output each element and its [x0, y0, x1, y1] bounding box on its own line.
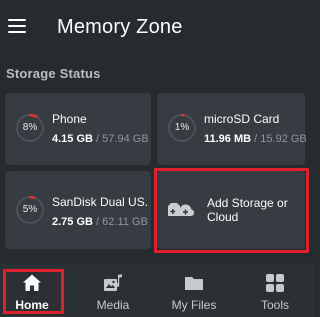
hamburger-menu-icon[interactable] [8, 18, 26, 34]
storage-card-phone[interactable]: 8% Phone 4.15 GB / 57.94 GB [5, 93, 151, 165]
usage-ring: 8% [15, 113, 45, 143]
usage-percent: 8% [22, 122, 38, 133]
usage-percent: 1% [174, 122, 190, 133]
add-storage-cloud-button[interactable]: Add Storage or Cloud [157, 171, 305, 249]
nav-item-home[interactable]: Home [6, 263, 58, 317]
device-name: Phone [52, 112, 87, 126]
usage-separator: / [254, 133, 258, 145]
storage-card-microsd[interactable]: 1% microSD Card 11.96 MB / 15.92 GB [157, 93, 307, 165]
bottom-navigation: Home Media My Files Tools [0, 263, 315, 317]
nav-item-media[interactable]: Media [87, 263, 139, 317]
nav-item-my-files[interactable]: My Files [164, 263, 224, 317]
usage-ring: 5% [15, 195, 45, 225]
usage-ring: 1% [167, 113, 197, 143]
device-name: microSD Card [204, 112, 280, 126]
used-size: 11.96 MB [204, 133, 252, 145]
tools-grid-icon [265, 273, 285, 293]
folder-icon [184, 273, 204, 293]
total-size: 15.92 GB [260, 133, 307, 145]
nav-label-tools: Tools [260, 298, 289, 312]
app-header: Memory Zone [0, 0, 315, 56]
used-size: 4.15 GB [52, 133, 93, 145]
total-size: 57.94 GB [102, 133, 149, 145]
nav-label-my-files: My Files [171, 298, 217, 312]
device-usage: 11.96 MB / 15.92 GB [204, 133, 307, 145]
usage-separator: / [96, 216, 100, 228]
nav-item-tools[interactable]: Tools [250, 263, 300, 317]
usage-percent: 5% [22, 204, 38, 215]
add-storage-label: Add Storage or Cloud [207, 196, 288, 224]
add-storage-cloud-icon [166, 198, 196, 220]
device-usage: 2.75 GB / 62.11 GB [52, 216, 148, 228]
total-size: 62.11 GB [102, 216, 148, 228]
nav-label-home: Home [15, 298, 49, 312]
device-name: SanDisk Dual US... [52, 195, 147, 209]
home-icon [22, 273, 42, 293]
usage-separator: / [96, 133, 100, 145]
device-usage: 4.15 GB / 57.94 GB [52, 133, 149, 145]
used-size: 2.75 GB [52, 216, 93, 228]
storage-card-sandisk[interactable]: 5% SanDisk Dual US... 2.75 GB / 62.11 GB [5, 171, 151, 249]
app-title: Memory Zone [57, 16, 183, 38]
nav-label-media: Media [96, 298, 130, 312]
storage-status-heading: Storage Status [6, 66, 101, 81]
media-icon [103, 273, 123, 293]
